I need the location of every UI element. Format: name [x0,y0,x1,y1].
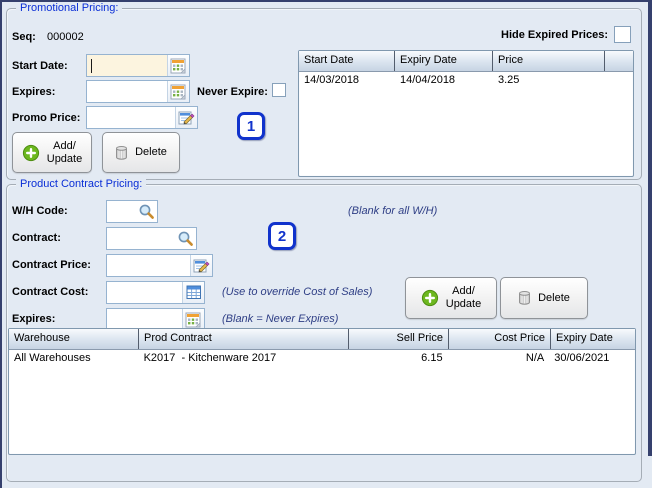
start-date-input[interactable] [87,55,167,76]
promotional-pricing-title: Promotional Pricing: [16,2,123,15]
contract-label: Contract: [12,232,61,244]
contract-lookup-button[interactable] [175,228,196,249]
start-date-calendar-button[interactable] [167,55,189,76]
hide-expired-label: Hide Expired Prices: [501,29,608,41]
contract-input[interactable] [107,228,175,249]
promo-price-edit-button[interactable] [175,107,197,128]
calendar-icon [185,312,201,327]
search-icon [139,204,154,219]
contract-add-update-line2: Update [445,298,482,310]
promo-add-update-button[interactable]: Add/ Update [12,132,92,173]
promo-delete-button[interactable]: Delete [102,132,180,173]
contract-cost-label: Contract Cost: [12,286,89,298]
contract-expires-label: Expires: [12,313,56,325]
contract-price-label: Contract Price: [12,259,91,271]
calendar-icon [170,84,186,99]
promo-col-stub [605,51,633,71]
start-date-label: Start Date: [12,60,68,72]
contract-cost-field[interactable] [106,281,205,304]
promo-col-price[interactable]: Price [493,51,605,71]
contract-col-warehouse[interactable]: Warehouse [9,329,139,349]
contract-add-update-button[interactable]: Add/ Update [405,277,497,319]
seq-label: Seq: [12,31,36,43]
expires-label: Expires: [12,86,56,98]
window-right-border [648,0,652,456]
promo-delete-label: Delete [135,146,167,158]
never-expire-label: Never Expire: [197,86,268,98]
contract-col-sell-price[interactable]: Sell Price [349,329,449,349]
start-date-field[interactable] [86,54,190,77]
plus-icon [22,144,39,161]
promo-price-field[interactable] [86,106,198,129]
promo-row-start-date: 14/03/2018 [304,74,360,86]
contract-price-input[interactable] [107,255,190,276]
window-top-border [0,0,652,2]
contract-col-cost-price[interactable]: Cost Price [449,329,551,349]
window-left-border [0,0,2,488]
step-marker-2: 2 [268,222,296,250]
contract-add-update-line1: Add/ [452,285,475,297]
contract-price-table: Warehouse Prod Contract Sell Price Cost … [8,328,636,455]
contract-table-header: Warehouse Prod Contract Sell Price Cost … [9,329,635,350]
promo-table-header: Start Date Expiry Date Price [299,51,633,72]
wh-code-field[interactable] [106,200,158,223]
contract-cost-grid-button[interactable] [182,282,204,303]
contract-table-row[interactable]: All Warehouses K2017 - Kitchenware 2017 … [9,350,635,368]
promo-col-expiry-date[interactable]: Expiry Date [395,51,493,71]
seq-value: 000002 [47,31,84,43]
expires-input[interactable] [87,81,167,102]
contract-price-edit-button[interactable] [190,255,212,276]
expires-hint: (Blank = Never Expires) [222,313,339,325]
contract-row-warehouse: All Warehouses [14,352,91,364]
text-caret [91,59,92,73]
edit-price-icon [193,259,210,272]
promotional-pricing-window: Promotional Pricing: Seq: 000002 Start D… [0,0,652,488]
contract-pricing-title: Product Contract Pricing: [16,178,147,191]
step-marker-1: 1 [237,112,265,140]
contract-row-sell-price: 6.15 [421,352,443,364]
grid-icon [186,285,201,299]
trash-icon [116,145,128,160]
cost-hint: (Use to override Cost of Sales) [222,286,373,298]
wh-code-input[interactable] [107,201,136,222]
plus-icon [421,289,438,307]
contract-delete-label: Delete [538,291,570,304]
add-update-label-line2: Update [46,152,83,165]
never-expire-checkbox[interactable] [272,83,286,97]
promo-table-row[interactable]: 14/03/2018 14/04/2018 3.25 [299,72,633,90]
expires-calendar-button[interactable] [167,81,189,102]
edit-price-icon [178,111,195,124]
calendar-icon [170,58,186,73]
contract-row-cost-price: N/A [525,352,545,364]
contract-cost-input[interactable] [107,282,182,303]
contract-delete-button[interactable]: Delete [500,277,588,319]
promo-row-expiry-date: 14/04/2018 [400,74,456,86]
search-icon [178,231,193,246]
promo-price-label: Promo Price: [12,112,81,124]
contract-expires-input[interactable] [107,309,182,330]
contract-price-field[interactable] [106,254,213,277]
promo-col-start-date[interactable]: Start Date [299,51,395,71]
wh-code-lookup-button[interactable] [136,201,157,222]
wh-code-label: W/H Code: [12,205,68,217]
wh-hint: (Blank for all W/H) [348,205,438,217]
promo-price-table: Start Date Expiry Date Price 14/03/2018 … [298,50,634,177]
expires-field[interactable] [86,80,190,103]
contract-expires-calendar-button[interactable] [182,309,204,330]
promo-price-input[interactable] [87,107,175,128]
contract-row-prod-contract: K2017 - Kitchenware 2017 [143,352,277,364]
trash-icon [519,291,531,305]
contract-col-expiry-date[interactable]: Expiry Date [551,329,635,349]
hide-expired-checkbox[interactable] [614,26,631,43]
promo-row-price: 3.25 [498,74,520,86]
add-update-label-line1: Add/ [53,139,76,152]
contract-field[interactable] [106,227,197,250]
contract-col-prod-contract[interactable]: Prod Contract [139,329,349,349]
contract-row-expiry-date: 30/06/2021 [554,352,610,364]
